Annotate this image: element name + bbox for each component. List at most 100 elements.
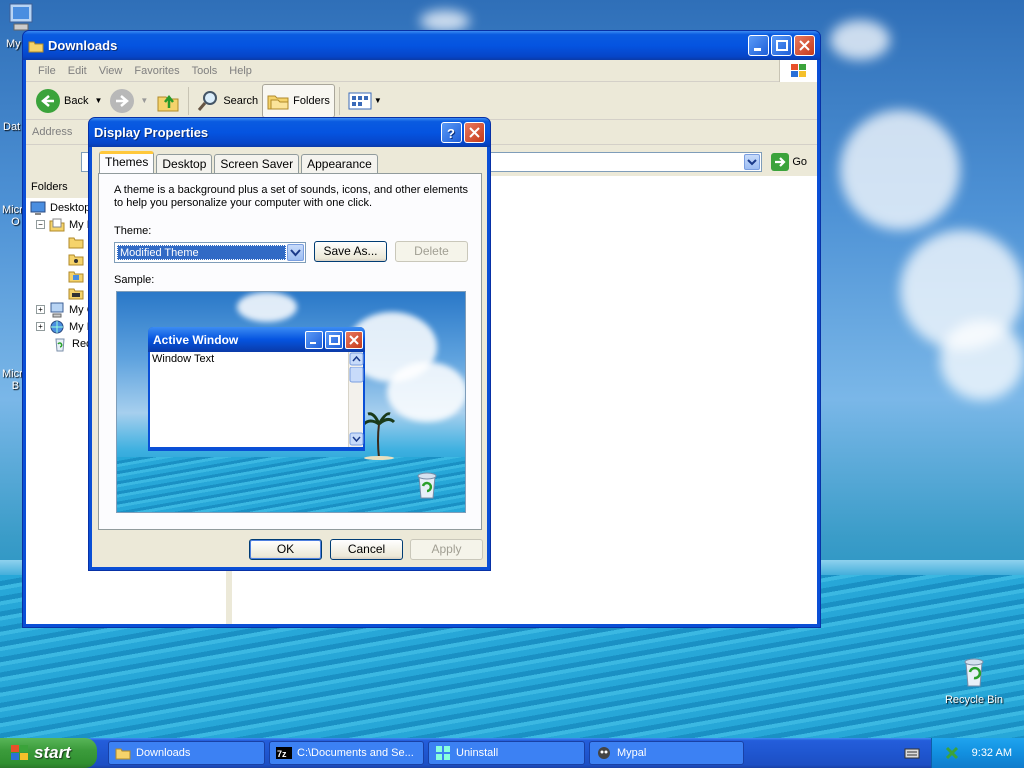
views-icon (348, 92, 372, 109)
explorer-titlebar[interactable]: Downloads (23, 31, 820, 60)
theme-description: A theme is a background plus a set of so… (114, 184, 469, 209)
dialog-title: Display Properties (94, 125, 209, 140)
save-as-button[interactable]: Save As... (314, 241, 387, 262)
7zip-icon: 7z (276, 747, 292, 759)
task-mypal[interactable]: Mypal (589, 741, 744, 765)
views-dropdown-icon: ▼ (373, 96, 382, 105)
theme-select[interactable]: Modified Theme (114, 242, 306, 263)
sample-scrollbar (348, 352, 364, 447)
chevron-down-icon (290, 249, 301, 257)
task-downloads[interactable]: Downloads (108, 741, 265, 765)
system-tray: 9:32 AM (931, 738, 1024, 768)
desktop-icon-label: My (6, 38, 21, 50)
go-button[interactable]: Go (771, 153, 807, 171)
minimize-icon (754, 48, 761, 51)
start-button[interactable]: start (0, 738, 97, 768)
up-button[interactable] (152, 84, 184, 118)
search-button[interactable]: Search (193, 84, 262, 118)
menu-tools[interactable]: Tools (186, 65, 224, 77)
dialog-close-button[interactable] (464, 122, 485, 143)
cancel-button[interactable]: Cancel (330, 539, 403, 560)
mypal-icon (598, 747, 610, 759)
task-label: Uninstall (456, 747, 499, 759)
dialog-body: Themes Desktop Screen Saver Appearance A… (92, 147, 487, 567)
tree-item-my-network[interactable]: + My N (36, 318, 95, 335)
network-icon (50, 320, 64, 333)
tab-appearance[interactable]: Appearance (301, 154, 378, 173)
safely-remove-icon[interactable] (944, 745, 960, 761)
address-dropdown-button[interactable] (744, 154, 760, 170)
menu-help[interactable]: Help (223, 65, 258, 77)
taskbar: start Downloads 7z C:\Documents and Se..… (0, 738, 1024, 768)
menu-bar: File Edit View Favorites Tools Help (26, 59, 817, 82)
cloud (830, 20, 890, 60)
task-7zip[interactable]: 7z C:\Documents and Se... (269, 741, 424, 765)
start-label: start (34, 743, 71, 762)
folder-pictures-icon (68, 271, 84, 282)
back-button[interactable]: Back ▼ (32, 84, 106, 118)
display-properties-dialog[interactable]: Display Properties ? Themes Desktop Scre… (88, 117, 491, 571)
task-uninstall[interactable]: Uninstall (428, 741, 585, 765)
forward-button[interactable]: ▼ (106, 84, 152, 118)
folder-video-icon (68, 288, 84, 299)
recycle-bin-icon (964, 658, 984, 687)
toolbar-separator (188, 86, 190, 115)
help-button[interactable]: ? (441, 122, 462, 143)
my-documents-icon (49, 218, 65, 231)
close-button[interactable] (794, 35, 815, 56)
tab-themes[interactable]: Themes (99, 151, 155, 173)
folder-icon (28, 41, 44, 52)
folders-label: Folders (293, 94, 330, 107)
tab-desktop[interactable]: Desktop (156, 154, 213, 173)
expand-icon[interactable]: + (36, 322, 45, 331)
close-icon (799, 40, 810, 51)
menu-view[interactable]: View (93, 65, 129, 77)
menu-edit[interactable]: Edit (62, 65, 93, 77)
menu-favorites[interactable]: Favorites (128, 65, 185, 77)
search-icon (198, 90, 218, 111)
maximize-button[interactable] (771, 35, 792, 56)
theme-select-value: Modified Theme (117, 245, 286, 260)
cloud (237, 292, 297, 322)
tree-item-my-documents[interactable]: − My D (36, 216, 95, 233)
keyboard-icon[interactable] (904, 745, 920, 761)
maximize-icon (776, 40, 788, 51)
clock: 9:32 AM (971, 747, 1012, 759)
delete-button: Delete (395, 241, 468, 262)
theme-dropdown-button[interactable] (287, 244, 304, 261)
menu-file[interactable]: File (32, 65, 62, 77)
dialog-titlebar[interactable]: Display Properties ? (89, 118, 490, 147)
windows-logo (779, 59, 817, 82)
window-title: Downloads (48, 38, 118, 53)
maximize-icon (325, 330, 343, 349)
tree-item-folder[interactable] (68, 233, 84, 250)
back-arrow-icon (36, 88, 60, 113)
cloud (420, 10, 470, 32)
tree-item-desktop[interactable]: Desktop (30, 199, 90, 216)
expand-icon[interactable]: + (36, 305, 45, 314)
uninstall-icon (436, 746, 450, 760)
scroll-down-icon (349, 432, 364, 446)
tab-screen-saver[interactable]: Screen Saver (214, 154, 300, 173)
apply-button: Apply (410, 539, 483, 560)
close-icon (345, 330, 363, 349)
help-icon: ? (447, 126, 455, 140)
sample-active-window: Active Window Window Text (148, 327, 365, 451)
folders-button[interactable]: Folders (262, 83, 335, 118)
tree-item-my-computer[interactable]: + My C (36, 301, 95, 318)
up-folder-icon (157, 94, 179, 111)
tree-label: Desktop (50, 201, 91, 214)
folder-icon (115, 748, 131, 760)
collapse-icon[interactable]: − (36, 220, 45, 229)
tree-item-folder[interactable] (68, 284, 84, 301)
folder-music-icon (68, 254, 84, 265)
sample-window-text: Window Text (152, 353, 215, 365)
tree-item-folder[interactable] (68, 267, 84, 284)
theme-sample-preview: Active Window Window Text (116, 291, 466, 513)
desktop-icon-recycle-bin[interactable]: Recycle Bin (939, 656, 1009, 706)
tree-item-folder[interactable] (68, 250, 84, 267)
ok-button[interactable]: OK (249, 539, 322, 560)
minimize-button[interactable] (748, 35, 769, 56)
views-button[interactable]: ▼ (344, 84, 386, 118)
back-dropdown-icon[interactable]: ▼ (94, 96, 102, 105)
